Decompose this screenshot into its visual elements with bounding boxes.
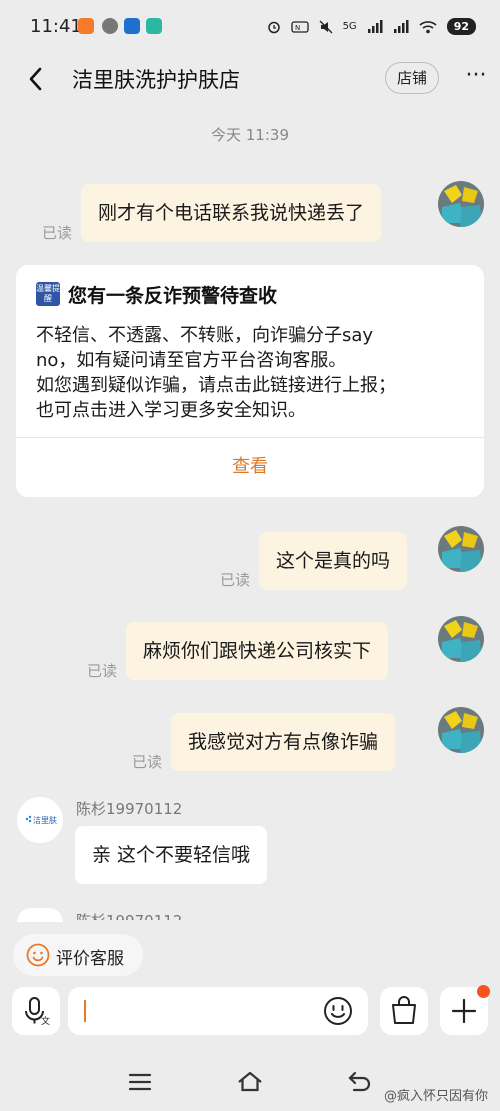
status-time: 11:41 [30,16,82,37]
chat-header: 洁里肤洗护护肤店 店铺 ··· [0,52,500,108]
more-actions-button[interactable] [440,985,490,1035]
page-title: 洁里肤洗护护肤店 [72,68,240,92]
emoji-icon[interactable] [322,995,354,1027]
watermark: @疯入怀只因有你 [383,1089,488,1104]
read-status: 已读 [220,571,251,589]
back-button[interactable] [22,64,52,94]
avatar-image [438,707,484,753]
card-body-line: 也可点击进入学习更多安全知识。 [36,400,306,421]
avatar-image [438,181,484,227]
product-button[interactable] [380,987,428,1035]
sender-name: 陈杉19970112 [76,800,183,818]
input-bar: 文 [0,985,500,1041]
taobao-app-icon [78,18,94,34]
back-nav-icon[interactable] [346,1068,374,1096]
card-body-line: 如您遇到疑似诈骗，请点击此链接进行上报； [36,375,396,396]
message-bubble-5[interactable]: 亲 这个不要轻信哦 [75,826,268,884]
rate-service-label: 评价客服 [56,949,124,969]
chat-app-icon [102,18,118,34]
rate-service-button[interactable]: 评价客服 [13,934,143,976]
battery-level: 92 [446,18,476,35]
view-link[interactable]: 查看 [16,438,484,497]
anti-fraud-card: 温馨提醒 您有一条反诈预警待查收 不轻信、不透露、不转账，向诈骗分子say no… [16,265,484,497]
message-bubble-4[interactable]: 我感觉对方有点像诈骗 [171,713,396,771]
nfc-icon: N [290,20,309,33]
user-avatar[interactable] [438,616,484,662]
voice-input-button[interactable]: 文 [12,987,60,1035]
alarm-icon [267,21,280,33]
warning-notice-icon: 温馨提醒 [36,282,60,306]
mute-icon [319,20,333,33]
chat-time-label: 今天 11:39 [211,126,289,144]
read-status: 已读 [87,662,118,680]
microphone-icon: 文 [25,997,50,1027]
card-body-line: no，如有疑问请至官方平台咨询客服。 [36,350,347,371]
read-status: 已读 [42,224,73,242]
user-avatar[interactable] [438,181,484,227]
message-input[interactable] [68,987,368,1035]
status-indicators: N 5G 92 [267,18,476,35]
message-bubble-1[interactable]: 刚才有个电话联系我说快递丢了 [81,184,382,242]
avatar-image [438,616,484,662]
shop-button[interactable]: 店铺 [385,62,439,94]
wifi-icon [419,20,437,33]
svg-text:N: N [295,24,300,32]
user-avatar[interactable] [438,707,484,753]
user-avatar[interactable] [438,526,484,572]
shop-avatar[interactable]: 洁里肤 [17,797,63,843]
shop-logo-icon: 洁里肤 [17,797,63,843]
home-icon[interactable] [236,1068,264,1096]
boss-app-icon [146,18,162,34]
text-cursor [84,1000,86,1022]
status-bar: 11:41 N 5G 92 [0,0,500,52]
message-bubble-2[interactable]: 这个是真的吗 [259,532,408,590]
sender-name: 陈杉19970112 [76,910,182,920]
shop-avatar[interactable] [17,908,63,922]
svg-text:洁里肤: 洁里肤 [33,815,57,825]
video-app-icon [124,18,140,34]
svg-text:文: 文 [41,1015,50,1027]
notification-dot [477,985,490,998]
avatar-image [438,526,484,572]
smile-icon [26,943,50,967]
network-5g-label: 5G [342,21,357,32]
read-status: 已读 [132,753,163,771]
message-bubble-3[interactable]: 麻烦你们跟快递公司核实下 [126,622,389,680]
chevron-left-icon [29,67,42,91]
card-body-line: 不轻信、不透露、不转账，向诈骗分子say [36,325,374,346]
signal-icon [367,19,383,33]
more-menu-button[interactable]: ··· [462,60,490,96]
card-body: 不轻信、不透露、不转账，向诈骗分子say no，如有疑问请至官方平台咨询客服。 … [36,323,476,423]
menu-icon[interactable] [126,1068,154,1096]
card-title: 您有一条反诈预警待查收 [68,285,278,307]
signal-icon-2 [393,19,409,33]
shopping-bag-icon [392,996,416,1024]
